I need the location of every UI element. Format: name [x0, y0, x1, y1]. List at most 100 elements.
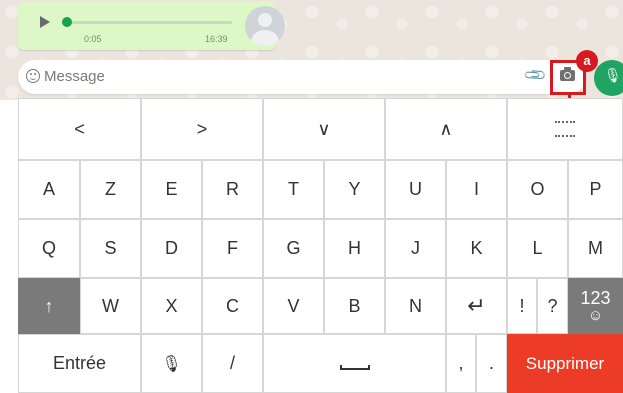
key-w[interactable]: W	[80, 278, 141, 334]
key-slash[interactable]: /	[202, 334, 263, 393]
keyboard: < > ∨ ∧ A Z E R T Y U I O P Q S D F G H …	[18, 98, 623, 393]
key-t[interactable]: T	[263, 160, 324, 219]
key-p[interactable]: P	[568, 160, 623, 219]
key-label: 123	[580, 288, 611, 308]
key-label: K	[470, 238, 483, 258]
key-numbers[interactable]: 123 ☺	[568, 278, 623, 334]
key-v[interactable]: V	[263, 278, 324, 334]
key-label: M	[588, 238, 603, 258]
key-label: A	[42, 179, 55, 199]
key-label: B	[348, 295, 361, 316]
voice-elapsed-time: 0:05	[84, 34, 102, 44]
key-label: Z	[105, 179, 116, 199]
key-label: F	[227, 238, 238, 258]
key-label: <	[74, 118, 85, 139]
message-input[interactable]: Message	[44, 68, 105, 85]
key-label: G	[286, 238, 301, 258]
key-label: L	[532, 238, 543, 258]
key-comma[interactable]: ,	[446, 334, 476, 393]
key-k[interactable]: K	[446, 219, 507, 278]
key-label: !	[519, 295, 525, 316]
key-period[interactable]: .	[476, 334, 507, 393]
key-enter[interactable]: Entrée	[18, 334, 141, 393]
key-label: D	[165, 238, 178, 258]
mic-icon: 🎙	[161, 355, 182, 373]
key-label: ∧	[439, 118, 453, 139]
key-delete[interactable]: Supprimer	[507, 334, 623, 393]
key-j[interactable]: J	[385, 219, 446, 278]
key-c[interactable]: C	[202, 278, 263, 334]
key-numbers-label: 123 ☺	[580, 289, 610, 323]
key-h[interactable]: H	[324, 219, 385, 278]
key-x[interactable]: X	[141, 278, 202, 334]
key-up[interactable]: ∧	[385, 98, 507, 160]
key-space[interactable]	[263, 334, 446, 393]
key-m[interactable]: M	[568, 219, 623, 278]
key-label: R	[226, 179, 239, 199]
keyboard-icon	[555, 121, 575, 137]
emoji-icon: ☺	[587, 307, 604, 324]
key-f[interactable]: F	[202, 219, 263, 278]
key-label: Supprimer	[525, 353, 605, 373]
key-label: I	[473, 179, 479, 199]
key-label: V	[287, 295, 300, 316]
voice-message-bubble: 0:05 16:39 🎙	[18, 2, 285, 50]
key-z[interactable]: Z	[80, 160, 141, 219]
audio-progress-thumb[interactable]	[62, 17, 72, 27]
key-label: N	[409, 295, 422, 316]
key-label: H	[348, 238, 361, 258]
key-label: Y	[348, 179, 361, 199]
key-n[interactable]: N	[385, 278, 446, 334]
key-u[interactable]: U	[385, 160, 446, 219]
space-icon	[339, 365, 370, 370]
key-label: U	[409, 179, 422, 199]
key-label: W	[102, 295, 119, 316]
emoji-icon[interactable]	[26, 69, 40, 83]
key-y[interactable]: Y	[324, 160, 385, 219]
key-exclamation[interactable]: !	[507, 278, 537, 334]
play-icon[interactable]	[40, 16, 50, 28]
key-label: J	[411, 238, 420, 258]
key-g[interactable]: G	[263, 219, 324, 278]
key-shift[interactable]: ↑	[18, 278, 80, 334]
key-label: ∨	[317, 118, 331, 139]
key-label: S	[104, 238, 117, 258]
key-label: X	[165, 295, 178, 316]
key-label: /	[229, 353, 235, 373]
key-l[interactable]: L	[507, 219, 568, 278]
key-b[interactable]: B	[324, 278, 385, 334]
key-label: >	[196, 118, 208, 139]
key-o[interactable]: O	[507, 160, 568, 219]
key-r[interactable]: R	[202, 160, 263, 219]
avatar	[245, 6, 285, 46]
key-label: Q	[41, 238, 56, 258]
key-question[interactable]: ?	[537, 278, 568, 334]
key-label: E	[165, 179, 178, 199]
audio-progress-track[interactable]	[64, 21, 232, 24]
mic-icon[interactable]: 🎙	[604, 67, 622, 84]
key-label: O	[530, 179, 545, 199]
key-return[interactable]: ↵	[446, 278, 507, 334]
key-hide-keyboard[interactable]	[507, 98, 623, 160]
key-left[interactable]: <	[18, 98, 141, 160]
annotation-badge: a	[576, 50, 598, 72]
key-label: Entrée	[52, 353, 107, 373]
key-label: ,	[458, 353, 464, 373]
key-e[interactable]: E	[141, 160, 202, 219]
key-label: P	[589, 179, 602, 199]
key-s[interactable]: S	[80, 219, 141, 278]
key-right[interactable]: >	[141, 98, 263, 160]
key-d[interactable]: D	[141, 219, 202, 278]
key-label: ↑	[44, 295, 54, 316]
key-label: .	[488, 353, 494, 373]
key-a[interactable]: A	[18, 160, 80, 219]
key-down[interactable]: ∨	[263, 98, 385, 160]
key-i[interactable]: I	[446, 160, 507, 219]
key-q[interactable]: Q	[18, 219, 80, 278]
key-label: C	[226, 295, 239, 316]
key-voice-input[interactable]: 🎙	[141, 334, 202, 393]
key-label: ↵	[467, 293, 486, 318]
key-label: T	[288, 179, 299, 199]
voice-sent-time: 16:39	[205, 34, 228, 44]
key-label: ?	[547, 295, 558, 316]
